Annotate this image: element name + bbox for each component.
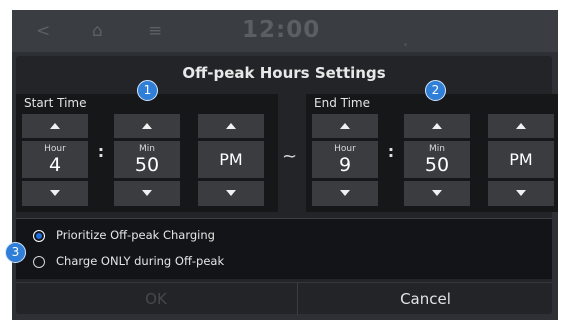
end-hour-value: 9 (338, 154, 352, 176)
end-time-colon: : (387, 142, 395, 161)
start-ampm-down-button[interactable] (198, 181, 264, 206)
menu-icon[interactable]: ≡ (148, 21, 162, 41)
dialog-title: Off-peak Hours Settings (182, 64, 386, 82)
end-time-panel: End Time Hour 9 : Min 50 PM (306, 94, 558, 212)
start-hour-value: 4 (48, 154, 62, 176)
arrow-down-icon (226, 190, 236, 196)
ok-button[interactable]: OK (16, 283, 296, 315)
option-charge-only-off-peak[interactable]: Charge ONLY during Off-peak (16, 250, 552, 276)
start-min-unit: Min (139, 144, 155, 154)
start-min-up-button[interactable] (114, 114, 180, 138)
start-hour-up-button[interactable] (22, 114, 88, 138)
end-hour-unit: Hour (334, 144, 356, 154)
range-tilde: ~ (282, 146, 298, 167)
end-ampm-picker: PM (488, 114, 554, 206)
clock: 12:00 (242, 17, 321, 43)
arrow-up-icon (50, 123, 60, 129)
start-ampm-value-box: PM (198, 141, 264, 178)
option-label: Prioritize Off-peak Charging (56, 228, 215, 242)
end-ampm-value: PM (509, 150, 533, 169)
infotainment-screen: < ⌂ ≡ 12:00 Off-peak Hours Settings Star… (12, 10, 558, 320)
end-ampm-down-button[interactable] (488, 181, 554, 206)
home-icon[interactable]: ⌂ (92, 21, 103, 41)
end-min-up-button[interactable] (404, 114, 470, 138)
end-hour-value-box: Hour 9 (312, 141, 378, 178)
arrow-down-icon (516, 190, 526, 196)
arrow-down-icon (142, 190, 152, 196)
end-min-picker: Min 50 (404, 114, 470, 206)
callout-badge-2: 2 (425, 80, 446, 101)
arrow-down-icon (50, 190, 60, 196)
arrow-up-icon (516, 123, 526, 129)
start-ampm-up-button[interactable] (198, 114, 264, 138)
start-time-colon: : (97, 142, 105, 161)
arrow-up-icon (432, 123, 442, 129)
arrow-up-icon (226, 123, 236, 129)
end-hour-picker: Hour 9 (312, 114, 378, 206)
start-hour-unit: Hour (44, 144, 66, 154)
start-hour-value-box: Hour 4 (22, 141, 88, 178)
start-hour-down-button[interactable] (22, 181, 88, 206)
status-bar: < ⌂ ≡ 12:00 (12, 10, 558, 52)
start-ampm-picker: PM (198, 114, 264, 206)
off-peak-dialog: Off-peak Hours Settings Start Time Hour … (16, 56, 558, 315)
status-dot (404, 43, 407, 46)
end-min-value-box: Min 50 (404, 141, 470, 178)
end-min-unit: Min (429, 144, 445, 154)
cancel-button[interactable]: Cancel (297, 283, 553, 315)
dialog-actions: OK Cancel (16, 282, 552, 315)
callout-badge-3: 3 (5, 242, 26, 263)
arrow-up-icon (340, 123, 350, 129)
end-hour-down-button[interactable] (312, 181, 378, 206)
start-min-value: 50 (134, 154, 160, 176)
arrow-up-icon (142, 123, 152, 129)
end-ampm-value-box: PM (488, 141, 554, 178)
arrow-down-icon (340, 190, 350, 196)
start-min-value-box: Min 50 (114, 141, 180, 178)
back-icon[interactable]: < (36, 21, 50, 41)
end-ampm-up-button[interactable] (488, 114, 554, 138)
radio-selected-icon[interactable] (33, 230, 45, 242)
start-min-picker: Min 50 (114, 114, 180, 206)
option-label: Charge ONLY during Off-peak (56, 254, 225, 268)
start-min-down-button[interactable] (114, 181, 180, 206)
start-time-label: Start Time (24, 96, 87, 110)
option-prioritize-off-peak[interactable]: Prioritize Off-peak Charging (16, 224, 552, 250)
end-time-label: End Time (314, 96, 370, 110)
start-ampm-value: PM (219, 150, 243, 169)
end-min-down-button[interactable] (404, 181, 470, 206)
arrow-down-icon (432, 190, 442, 196)
start-time-panel: Start Time Hour 4 : Min 50 PM (16, 94, 278, 212)
end-min-value: 50 (424, 154, 450, 176)
charging-options: Prioritize Off-peak Charging Charge ONLY… (16, 218, 552, 279)
start-hour-picker: Hour 4 (22, 114, 88, 206)
end-hour-up-button[interactable] (312, 114, 378, 138)
radio-unselected-icon[interactable] (33, 256, 45, 268)
callout-badge-1: 1 (137, 80, 158, 101)
